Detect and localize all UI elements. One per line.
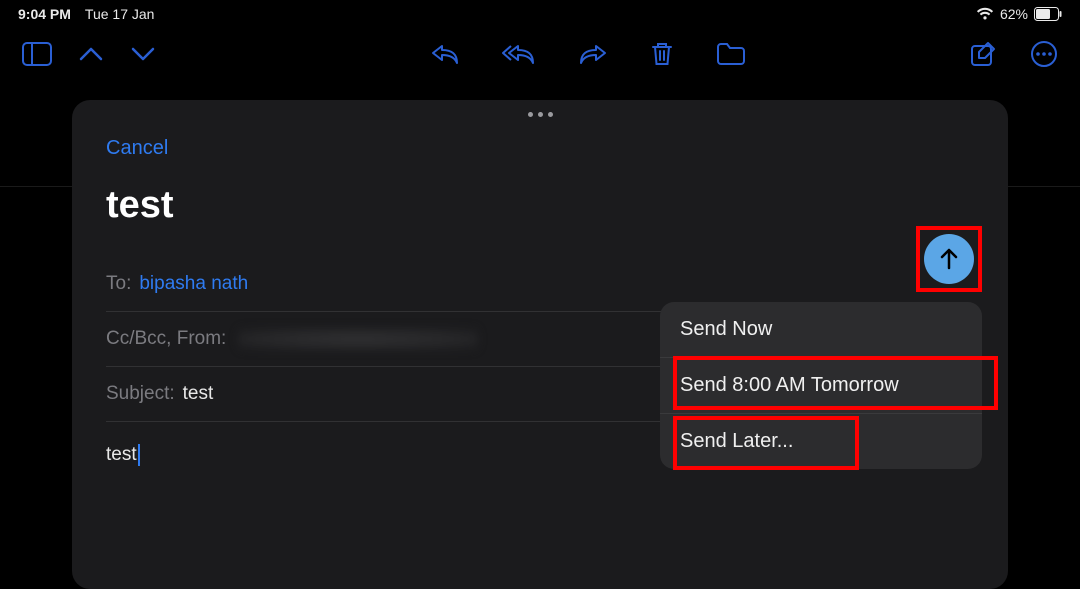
compose-title: test [106,184,974,227]
ccbcc-from-label: Cc/Bcc, From: [106,328,226,350]
subject-label: Subject: [106,383,175,405]
send-options-menu: Send Now Send 8:00 AM Tomorrow Send Late… [660,302,982,469]
more-icon[interactable] [1030,40,1058,68]
forward-icon[interactable] [578,42,608,66]
sheet-grabber-icon[interactable] [106,100,974,135]
trash-icon[interactable] [650,41,674,67]
status-bar: 9:04 PM Tue 17 Jan 62% [0,0,1080,28]
text-cursor [138,444,140,466]
compose-icon[interactable] [970,41,996,67]
cancel-button[interactable]: Cancel [106,135,168,162]
to-value: bipasha nath [139,273,248,295]
reply-all-icon[interactable] [502,42,536,66]
chevron-down-icon[interactable] [130,45,156,63]
wifi-icon [976,7,994,21]
to-label: To: [106,273,131,295]
subject-value: test [183,383,214,405]
reply-icon[interactable] [430,42,460,66]
app-toolbar [0,28,1080,80]
send-tomorrow-option[interactable]: Send 8:00 AM Tomorrow [660,357,982,413]
chevron-up-icon[interactable] [78,45,104,63]
arrow-up-icon [936,246,962,272]
send-later-option[interactable]: Send Later... [660,413,982,469]
body-text: test [106,444,137,466]
battery-percentage: 62% [1000,6,1028,22]
status-date: Tue 17 Jan [85,6,155,22]
sidebar-toggle-icon[interactable] [22,42,52,66]
status-time: 9:04 PM [18,6,71,22]
from-value-redacted [238,328,478,350]
folder-icon[interactable] [716,42,746,66]
send-button-highlight [916,226,982,292]
send-now-option[interactable]: Send Now [660,302,982,357]
battery-icon [1034,7,1062,21]
send-button[interactable] [924,234,974,284]
